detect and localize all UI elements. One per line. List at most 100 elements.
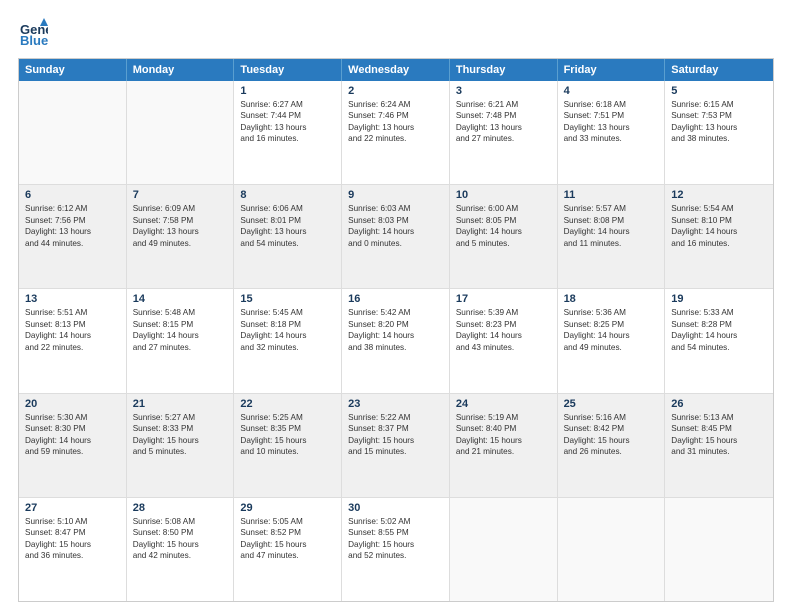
cell-info-line: Daylight: 15 hours [25,539,120,550]
day-number: 22 [240,398,335,410]
cell-info-line: and 27 minutes. [456,133,551,144]
day-number: 15 [240,293,335,305]
cell-info-line: and 21 minutes. [456,446,551,457]
cell-info-line: Daylight: 13 hours [456,122,551,133]
calendar-header: SundayMondayTuesdayWednesdayThursdayFrid… [19,59,773,81]
calendar-cell [19,81,127,184]
cell-info-line: Sunset: 8:35 PM [240,423,335,434]
cell-info-line: Sunrise: 6:24 AM [348,99,443,110]
cell-info-line: Sunrise: 6:18 AM [564,99,659,110]
cell-info-line: Daylight: 13 hours [348,122,443,133]
day-header-tuesday: Tuesday [234,59,342,81]
cell-info-line: Sunrise: 6:12 AM [25,203,120,214]
day-header-monday: Monday [127,59,235,81]
cell-info-line: Daylight: 15 hours [348,435,443,446]
day-number: 18 [564,293,659,305]
logo: General Blue [18,18,48,48]
cell-info-line: and 36 minutes. [25,550,120,561]
day-number: 1 [240,85,335,97]
cell-info-line: Sunset: 8:18 PM [240,319,335,330]
cell-info-line: and 42 minutes. [133,550,228,561]
day-number: 26 [671,398,767,410]
day-number: 20 [25,398,120,410]
calendar-cell: 22Sunrise: 5:25 AMSunset: 8:35 PMDayligh… [234,394,342,497]
cell-info-line: Sunrise: 5:36 AM [564,307,659,318]
cell-info-line: and 0 minutes. [348,238,443,249]
cell-info-line: Sunset: 7:56 PM [25,215,120,226]
day-number: 10 [456,189,551,201]
cell-info-line: and 49 minutes. [564,342,659,353]
cell-info-line: Sunrise: 5:48 AM [133,307,228,318]
day-number: 28 [133,502,228,514]
calendar-body: 1Sunrise: 6:27 AMSunset: 7:44 PMDaylight… [19,81,773,601]
day-number: 25 [564,398,659,410]
cell-info-line: Daylight: 15 hours [348,539,443,550]
cell-info-line: Sunrise: 5:54 AM [671,203,767,214]
cell-info-line: Sunrise: 5:08 AM [133,516,228,527]
cell-info-line: Sunrise: 5:10 AM [25,516,120,527]
calendar-row-5: 27Sunrise: 5:10 AMSunset: 8:47 PMDayligh… [19,498,773,601]
day-number: 5 [671,85,767,97]
calendar-cell: 28Sunrise: 5:08 AMSunset: 8:50 PMDayligh… [127,498,235,601]
day-number: 11 [564,189,659,201]
calendar-cell: 26Sunrise: 5:13 AMSunset: 8:45 PMDayligh… [665,394,773,497]
cell-info-line: and 10 minutes. [240,446,335,457]
day-number: 9 [348,189,443,201]
cell-info-line: Sunrise: 5:51 AM [25,307,120,318]
cell-info-line: Daylight: 15 hours [456,435,551,446]
cell-info-line: Sunset: 8:28 PM [671,319,767,330]
cell-info-line: Sunset: 8:03 PM [348,215,443,226]
cell-info-line: and 11 minutes. [564,238,659,249]
day-header-saturday: Saturday [665,59,773,81]
cell-info-line: Sunset: 8:23 PM [456,319,551,330]
cell-info-line: Daylight: 14 hours [671,330,767,341]
cell-info-line: Daylight: 13 hours [240,122,335,133]
cell-info-line: and 47 minutes. [240,550,335,561]
calendar-cell: 2Sunrise: 6:24 AMSunset: 7:46 PMDaylight… [342,81,450,184]
cell-info-line: Daylight: 14 hours [133,330,228,341]
cell-info-line: Sunset: 8:45 PM [671,423,767,434]
day-header-thursday: Thursday [450,59,558,81]
cell-info-line: and 54 minutes. [671,342,767,353]
calendar-cell [450,498,558,601]
cell-info-line: and 16 minutes. [240,133,335,144]
cell-info-line: Sunrise: 6:21 AM [456,99,551,110]
day-number: 6 [25,189,120,201]
cell-info-line: Daylight: 14 hours [25,330,120,341]
calendar-cell: 25Sunrise: 5:16 AMSunset: 8:42 PMDayligh… [558,394,666,497]
cell-info-line: Sunset: 8:30 PM [25,423,120,434]
day-number: 19 [671,293,767,305]
cell-info-line: Sunrise: 5:02 AM [348,516,443,527]
calendar-cell: 5Sunrise: 6:15 AMSunset: 7:53 PMDaylight… [665,81,773,184]
calendar-cell: 20Sunrise: 5:30 AMSunset: 8:30 PMDayligh… [19,394,127,497]
cell-info-line: Sunrise: 5:27 AM [133,412,228,423]
day-number: 7 [133,189,228,201]
cell-info-line: Sunset: 8:33 PM [133,423,228,434]
cell-info-line: and 43 minutes. [456,342,551,353]
calendar-cell: 27Sunrise: 5:10 AMSunset: 8:47 PMDayligh… [19,498,127,601]
calendar-cell: 24Sunrise: 5:19 AMSunset: 8:40 PMDayligh… [450,394,558,497]
cell-info-line: Daylight: 15 hours [240,539,335,550]
cell-info-line: Sunrise: 6:09 AM [133,203,228,214]
cell-info-line: and 32 minutes. [240,342,335,353]
cell-info-line: Sunrise: 5:42 AM [348,307,443,318]
cell-info-line: and 5 minutes. [456,238,551,249]
cell-info-line: Sunset: 8:05 PM [456,215,551,226]
calendar-row-4: 20Sunrise: 5:30 AMSunset: 8:30 PMDayligh… [19,394,773,498]
calendar-cell: 8Sunrise: 6:06 AMSunset: 8:01 PMDaylight… [234,185,342,288]
calendar-cell: 21Sunrise: 5:27 AMSunset: 8:33 PMDayligh… [127,394,235,497]
calendar-cell: 30Sunrise: 5:02 AMSunset: 8:55 PMDayligh… [342,498,450,601]
day-number: 13 [25,293,120,305]
day-number: 4 [564,85,659,97]
cell-info-line: and 38 minutes. [348,342,443,353]
cell-info-line: Daylight: 13 hours [240,226,335,237]
cell-info-line: Daylight: 14 hours [348,226,443,237]
cell-info-line: Sunset: 7:44 PM [240,110,335,121]
cell-info-line: Daylight: 13 hours [671,122,767,133]
cell-info-line: and 52 minutes. [348,550,443,561]
calendar-cell: 6Sunrise: 6:12 AMSunset: 7:56 PMDaylight… [19,185,127,288]
cell-info-line: Sunrise: 5:25 AM [240,412,335,423]
logo-icon: General Blue [18,18,48,48]
calendar-cell: 19Sunrise: 5:33 AMSunset: 8:28 PMDayligh… [665,289,773,392]
cell-info-line: Sunrise: 6:27 AM [240,99,335,110]
